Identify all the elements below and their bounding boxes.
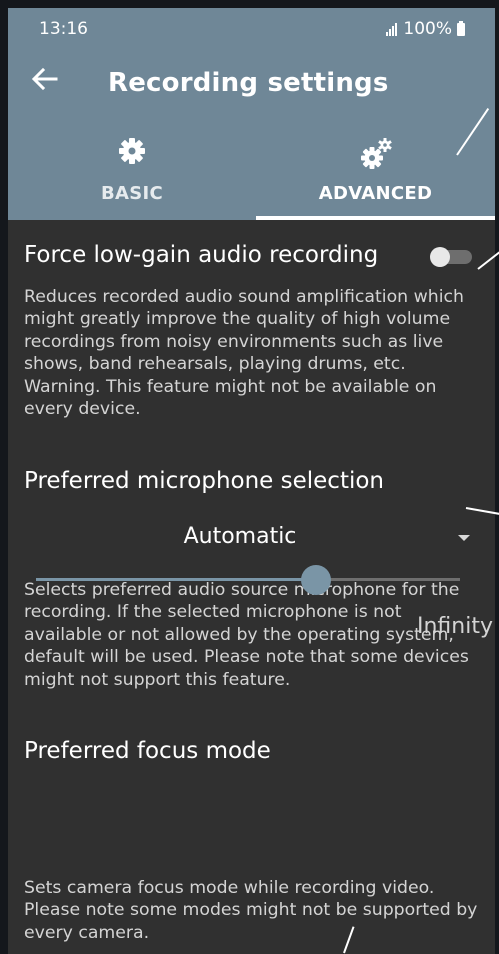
microphone-dropdown[interactable]: Automatic xyxy=(24,518,480,558)
focus-title: Preferred focus mode xyxy=(24,738,271,764)
slider-fill xyxy=(36,578,316,581)
tab-basic-label: BASIC xyxy=(100,183,164,204)
arrow-left-icon[interactable] xyxy=(30,64,60,94)
status-time: 13:16 xyxy=(39,19,88,39)
slider-thumb[interactable] xyxy=(300,565,331,595)
tab-bar: BASIC ADVANCED xyxy=(8,130,495,220)
tab-basic[interactable]: BASIC xyxy=(8,130,256,220)
tab-advanced[interactable]: ADVANCED xyxy=(256,130,495,220)
focus-mode-slider[interactable] xyxy=(36,562,460,598)
low-gain-toggle[interactable] xyxy=(430,247,474,267)
microphone-selected-value: Automatic xyxy=(183,524,297,549)
status-bar: 13:16 100% xyxy=(8,8,495,48)
signal-icon xyxy=(386,22,398,36)
dropdown-arrow-icon xyxy=(458,535,470,541)
battery-level: 100% xyxy=(403,19,452,39)
low-gain-description: Reduces recorded audio sound amplificati… xyxy=(24,287,464,420)
toolbar: Recording settings xyxy=(8,50,495,114)
battery-icon xyxy=(457,20,465,36)
low-gain-title: Force low-gain audio recording xyxy=(24,242,379,268)
device-frame-left xyxy=(0,0,8,954)
gear-icon xyxy=(119,138,145,164)
gears-icon xyxy=(360,138,392,169)
device-frame-top xyxy=(0,0,499,8)
focus-description: Sets camera focus mode while recording v… xyxy=(24,878,478,943)
microphone-title: Preferred microphone selection xyxy=(24,468,385,494)
focus-mode-value: Infinity xyxy=(417,614,493,639)
page-title: Recording settings xyxy=(108,68,389,98)
toggle-thumb xyxy=(430,247,450,267)
status-indicators: 100% xyxy=(386,19,465,39)
device-frame-right xyxy=(495,0,499,954)
tab-advanced-label: ADVANCED xyxy=(318,183,433,204)
screen: 13:16 100% Recording settings BASIC ADVA… xyxy=(0,0,499,954)
